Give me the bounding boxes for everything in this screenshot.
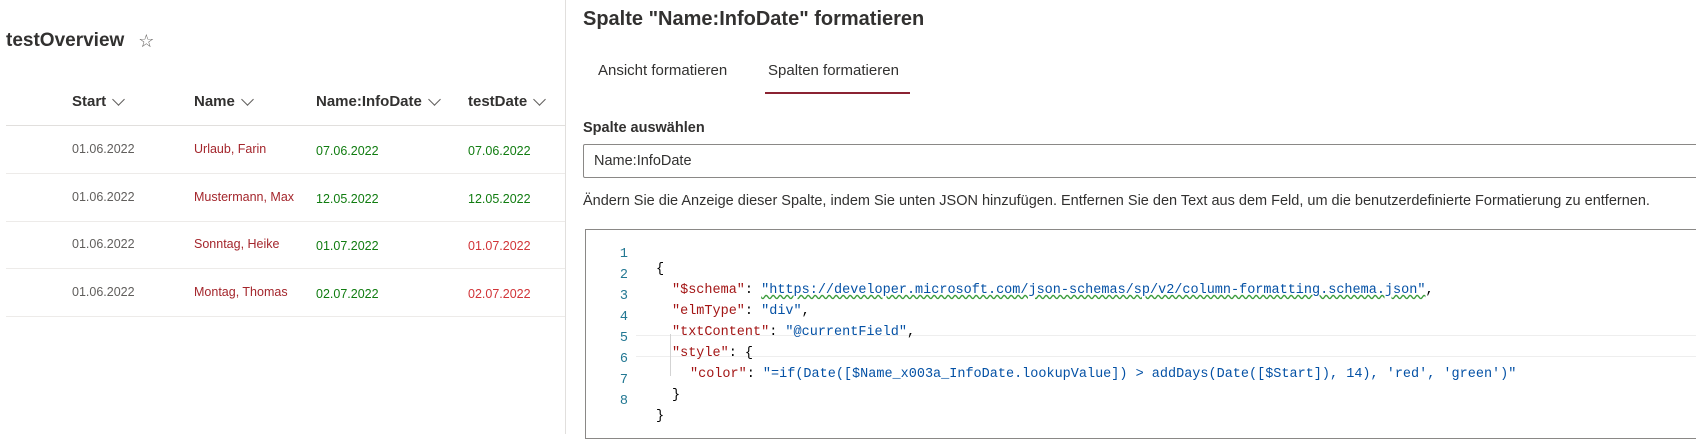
tab-format-view[interactable]: Ansicht formatieren bbox=[598, 62, 727, 79]
column-header-label: Name:InfoDate bbox=[316, 93, 422, 110]
column-header-label: testDate bbox=[468, 93, 528, 110]
column-header-name[interactable]: Name bbox=[194, 92, 254, 110]
column-header-label: Name bbox=[194, 93, 235, 110]
name-link[interactable]: Urlaub, Farin bbox=[194, 142, 266, 156]
code-text: "txtContent": "@currentField", bbox=[672, 325, 916, 340]
chevron-down-icon bbox=[112, 92, 126, 106]
code-line: 4 "txtContent": "@currentField", bbox=[586, 295, 915, 340]
code-line: 7 } bbox=[586, 358, 680, 403]
table-row[interactable]: 01.06.2022 Mustermann, Max 12.05.2022 12… bbox=[6, 174, 565, 222]
json-key: "color" bbox=[690, 367, 747, 382]
chevron-down-icon bbox=[533, 92, 547, 106]
chevron-down-icon bbox=[427, 92, 441, 106]
table-row[interactable]: 01.06.2022 Montag, Thomas 02.07.2022 02.… bbox=[6, 269, 565, 317]
json-url[interactable]: "https://developer.microsoft.com/json-sc… bbox=[761, 283, 1425, 298]
code-text: { bbox=[656, 262, 665, 277]
code-text: "style": { bbox=[672, 346, 754, 361]
testdate-cell: 02.07.2022 bbox=[468, 287, 531, 301]
star-icon[interactable]: ☆ bbox=[138, 31, 154, 52]
code-line: 1 { bbox=[586, 232, 664, 277]
select-column-label: Spalte auswählen bbox=[583, 120, 705, 136]
json-key: "style" bbox=[672, 346, 729, 361]
code-line: 8 } bbox=[586, 379, 664, 424]
json-key: "$schema" bbox=[672, 283, 745, 298]
json-editor[interactable]: 1 { 2 "$schema": "https://developer.micr… bbox=[585, 229, 1696, 439]
chevron-down-icon bbox=[240, 92, 254, 106]
json-value: "div" bbox=[761, 304, 802, 319]
json-value: "@currentField" bbox=[785, 325, 907, 340]
start-cell: 01.06.2022 bbox=[72, 237, 135, 251]
code-text: "color": "=if(Date([$Name_x003a_InfoDate… bbox=[690, 367, 1517, 382]
panel-title: Spalte "Name:InfoDate" formatieren bbox=[583, 8, 925, 30]
start-cell: 01.06.2022 bbox=[72, 142, 135, 156]
column-header-infodate[interactable]: Name:InfoDate bbox=[316, 92, 441, 110]
list-title-text: testOverview bbox=[6, 30, 125, 51]
active-tab-indicator bbox=[765, 92, 910, 94]
code-line: 2 "$schema": "https://developer.microsof… bbox=[586, 253, 1434, 298]
code-line: 3 "elmType": "div", bbox=[586, 274, 810, 319]
column-select[interactable]: Name:InfoDate bbox=[583, 144, 1696, 178]
code-line: 5 "style": { bbox=[586, 316, 753, 361]
code-text: } bbox=[672, 388, 681, 403]
name-link[interactable]: Mustermann, Max bbox=[194, 190, 294, 204]
code-line: 6 "color": "=if(Date([$Name_x003a_InfoDa… bbox=[586, 337, 1516, 382]
code-text: } bbox=[656, 409, 665, 424]
column-header-testdate[interactable]: testDate bbox=[468, 92, 547, 110]
testdate-cell: 07.06.2022 bbox=[468, 144, 531, 158]
infodate-cell: 07.06.2022 bbox=[316, 144, 379, 158]
testdate-cell: 01.07.2022 bbox=[468, 239, 531, 253]
start-cell: 01.06.2022 bbox=[72, 190, 135, 204]
column-header-start[interactable]: Start bbox=[72, 92, 126, 110]
infodate-cell: 01.07.2022 bbox=[316, 239, 379, 253]
infodate-cell: 02.07.2022 bbox=[316, 287, 379, 301]
list-title: testOverview ☆ bbox=[6, 30, 154, 52]
indent-guide bbox=[670, 334, 671, 376]
code-text: "$schema": "https://developer.microsoft.… bbox=[672, 283, 1434, 298]
column-header-label: Start bbox=[72, 93, 107, 110]
json-key: "elmType" bbox=[672, 304, 745, 319]
line-number: 8 bbox=[619, 394, 628, 409]
json-value: "=if(Date([$Name_x003a_InfoDate.lookupVa… bbox=[762, 367, 1517, 382]
start-cell: 01.06.2022 bbox=[72, 285, 135, 299]
help-text: Ändern Sie die Anzeige dieser Spalte, in… bbox=[583, 193, 1650, 209]
column-select-value: Name:InfoDate bbox=[594, 153, 692, 169]
infodate-cell: 12.05.2022 bbox=[316, 192, 379, 206]
json-key: "txtContent" bbox=[672, 325, 770, 340]
code-text: "elmType": "div", bbox=[672, 304, 810, 319]
testdate-cell: 12.05.2022 bbox=[468, 192, 531, 206]
name-link[interactable]: Sonntag, Heike bbox=[194, 237, 279, 251]
table-row[interactable]: 01.06.2022 Urlaub, Farin 07.06.2022 07.0… bbox=[6, 126, 565, 174]
name-link[interactable]: Montag, Thomas bbox=[194, 285, 288, 299]
list-view: testOverview ☆ Start Name Name:InfoDate … bbox=[0, 0, 565, 434]
panel-divider bbox=[565, 0, 566, 434]
tab-format-columns[interactable]: Spalten formatieren bbox=[768, 62, 899, 79]
table-row[interactable]: 01.06.2022 Sonntag, Heike 01.07.2022 01.… bbox=[6, 221, 565, 269]
